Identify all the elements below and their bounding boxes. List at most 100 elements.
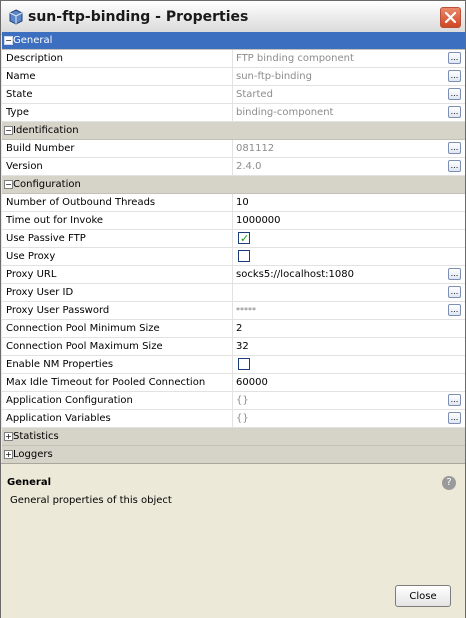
property-name: Connection Pool Minimum Size <box>6 323 160 334</box>
ellipsis-button[interactable]: ... <box>448 268 461 280</box>
property-row-proxy-user-id[interactable]: Proxy User ID ... <box>2 284 465 302</box>
column-divider <box>232 392 233 409</box>
ellipsis-button[interactable]: ... <box>448 52 461 64</box>
property-row-app-configuration[interactable]: Application Configuration {} ... <box>2 392 465 410</box>
column-divider <box>232 50 233 67</box>
ellipsis-button[interactable]: ... <box>448 142 461 154</box>
property-name: State <box>6 89 33 100</box>
property-row-use-proxy[interactable]: Use Proxy <box>2 248 465 266</box>
ellipsis-button[interactable]: ... <box>448 394 461 406</box>
expand-icon[interactable]: + <box>4 450 13 459</box>
collapse-icon[interactable]: − <box>4 36 13 45</box>
description-panel: General ? General properties of this obj… <box>1 463 465 618</box>
close-button[interactable]: Close <box>395 585 451 607</box>
help-icon[interactable]: ? <box>442 476 456 490</box>
use-proxy-checkbox[interactable] <box>238 250 250 262</box>
property-name: Proxy User Password <box>6 305 110 316</box>
property-row-name[interactable]: Name sun-ftp-binding ... <box>2 68 465 86</box>
property-value: sun-ftp-binding <box>236 71 312 82</box>
section-statistics[interactable]: + Statistics <box>2 428 465 446</box>
section-label: Statistics <box>13 431 59 442</box>
property-row-proxy-url[interactable]: Proxy URL socks5://localhost:1080 ... <box>2 266 465 284</box>
section-label: Configuration <box>13 179 81 190</box>
property-row-use-passive-ftp[interactable]: Use Passive FTP ✓ <box>2 230 465 248</box>
property-value-input[interactable]: socks5://localhost:1080 <box>236 266 441 283</box>
column-divider <box>232 140 233 157</box>
column-divider <box>232 320 233 337</box>
ellipsis-button[interactable]: ... <box>448 106 461 118</box>
window-close-button[interactable] <box>440 7 461 28</box>
property-row-description[interactable]: Description FTP binding component ... <box>2 50 465 68</box>
ellipsis-button[interactable]: ... <box>448 304 461 316</box>
column-divider <box>232 230 233 247</box>
column-divider <box>232 266 233 283</box>
expand-icon[interactable]: + <box>4 432 13 441</box>
ellipsis-button[interactable]: ... <box>448 160 461 172</box>
ellipsis-button[interactable]: ... <box>448 88 461 100</box>
property-name: Connection Pool Maximum Size <box>6 341 163 352</box>
property-row-enable-nm[interactable]: Enable NM Properties <box>2 356 465 374</box>
property-name: Version <box>6 161 43 172</box>
property-name: Enable NM Properties <box>6 359 114 370</box>
property-row-invoke-timeout[interactable]: Time out for Invoke 1000000 <box>2 212 465 230</box>
column-divider <box>232 248 233 265</box>
property-value: 081112 <box>236 143 275 154</box>
enable-nm-properties-checkbox[interactable] <box>238 358 250 370</box>
column-divider <box>232 338 233 355</box>
property-value: binding-component <box>236 107 334 118</box>
property-value-input[interactable]: 32 <box>236 338 441 355</box>
column-divider <box>232 356 233 373</box>
section-label: General <box>13 35 53 46</box>
column-divider <box>232 410 233 427</box>
section-configuration[interactable]: − Configuration <box>2 176 465 194</box>
property-value: Started <box>236 89 273 100</box>
collapse-icon[interactable]: − <box>4 126 13 135</box>
column-divider <box>232 104 233 121</box>
section-loggers[interactable]: + Loggers <box>2 446 465 464</box>
property-row-state[interactable]: State Started ... <box>2 86 465 104</box>
property-name: Type <box>6 107 29 118</box>
property-row-build-number[interactable]: Build Number 081112 ... <box>2 140 465 158</box>
properties-dialog: sun-ftp-binding - Properties − General D… <box>0 0 466 618</box>
property-value: 2.4.0 <box>236 161 262 172</box>
property-value-input[interactable]: 2 <box>236 320 441 337</box>
property-row-type[interactable]: Type binding-component ... <box>2 104 465 122</box>
ellipsis-button[interactable]: ... <box>448 412 461 424</box>
property-row-pool-max-size[interactable]: Connection Pool Maximum Size 32 <box>2 338 465 356</box>
column-divider <box>232 158 233 175</box>
property-name: Number of Outbound Threads <box>6 197 156 208</box>
property-name: Name <box>6 71 36 82</box>
property-row-max-idle-timeout[interactable]: Max Idle Timeout for Pooled Connection 6… <box>2 374 465 392</box>
property-row-pool-min-size[interactable]: Connection Pool Minimum Size 2 <box>2 320 465 338</box>
section-label: Identification <box>13 125 79 136</box>
title-bar[interactable]: sun-ftp-binding - Properties <box>1 1 465 35</box>
property-value-input[interactable]: 10 <box>236 194 441 211</box>
property-row-outbound-threads[interactable]: Number of Outbound Threads 10 <box>2 194 465 212</box>
collapse-icon[interactable]: − <box>4 180 13 189</box>
use-passive-ftp-checkbox[interactable]: ✓ <box>238 232 250 245</box>
property-value-input[interactable]: ***** <box>236 302 441 319</box>
close-icon <box>444 11 457 24</box>
description-text: General properties of this object <box>10 495 172 506</box>
section-general[interactable]: − General <box>2 32 465 50</box>
property-name: Use Proxy <box>6 251 56 262</box>
property-value-input[interactable]: 1000000 <box>236 212 441 229</box>
column-divider <box>232 374 233 391</box>
property-row-app-variables[interactable]: Application Variables {} ... <box>2 410 465 428</box>
column-divider <box>232 86 233 103</box>
property-name: Proxy User ID <box>6 287 74 298</box>
ellipsis-button[interactable]: ... <box>448 286 461 298</box>
check-icon: ✓ <box>240 232 250 245</box>
column-divider <box>232 68 233 85</box>
property-name: Application Configuration <box>6 395 133 406</box>
property-value: FTP binding component <box>236 53 354 64</box>
window-title: sun-ftp-binding - Properties <box>28 9 249 25</box>
property-value-input[interactable]: 60000 <box>236 374 441 391</box>
ellipsis-button[interactable]: ... <box>448 70 461 82</box>
property-row-version[interactable]: Version 2.4.0 ... <box>2 158 465 176</box>
section-label: Loggers <box>13 449 53 460</box>
property-row-proxy-user-password[interactable]: Proxy User Password ***** ... <box>2 302 465 320</box>
property-value: {} <box>236 413 249 424</box>
property-name: Use Passive FTP <box>6 233 86 244</box>
section-identification[interactable]: − Identification <box>2 122 465 140</box>
